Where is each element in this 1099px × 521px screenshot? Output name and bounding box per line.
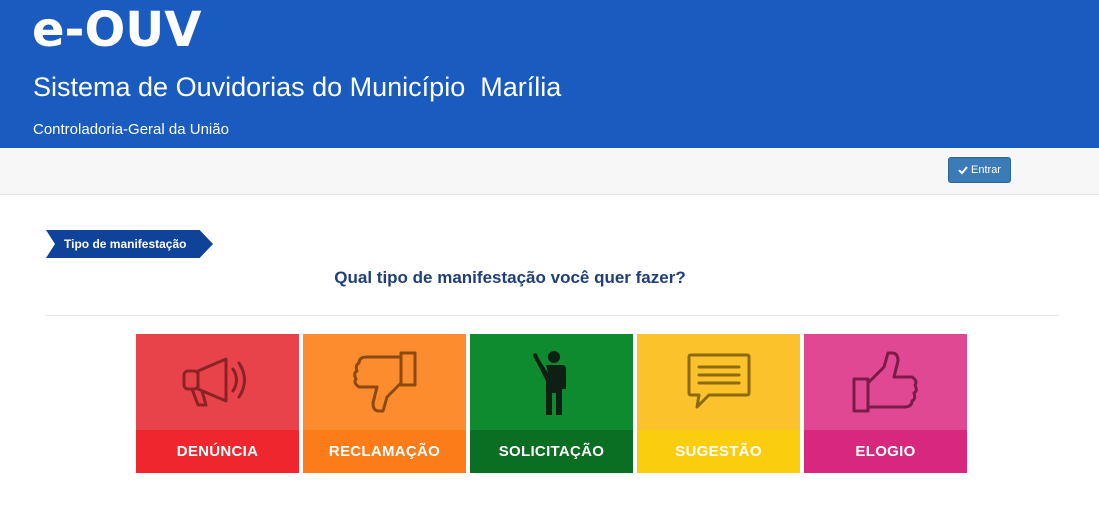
- person-raising-hand-icon: [532, 351, 566, 415]
- system-title: Sistema de Ouvidorias do Município Maríl…: [33, 72, 562, 102]
- thumbs-up-icon: [852, 351, 918, 413]
- tile-sugestao[interactable]: SUGESTÃO: [637, 334, 800, 473]
- tile-denuncia-label: DENÚNCIA: [136, 430, 299, 473]
- tile-solicitacao-icon-area: [470, 334, 633, 430]
- site-header: e-OUV Sistema de Ouvidorias do Município…: [0, 0, 1099, 148]
- megaphone-icon: [182, 357, 246, 407]
- tile-elogio-label: ELOGIO: [804, 430, 967, 473]
- app-logo[interactable]: e-OUV: [32, 2, 201, 58]
- organization-name: Controladoria-Geral da União: [33, 121, 229, 138]
- login-button-label: Entrar: [971, 164, 1001, 176]
- tile-elogio[interactable]: ELOGIO: [804, 334, 967, 473]
- tile-elogio-icon-area: [804, 334, 967, 430]
- tile-reclamacao[interactable]: RECLAMAÇÃO: [303, 334, 466, 473]
- tile-sugestao-icon-area: [637, 334, 800, 430]
- step-label: Tipo de manifestação: [46, 230, 213, 258]
- tile-denuncia[interactable]: DENÚNCIA: [136, 334, 299, 473]
- tile-reclamacao-label: RECLAMAÇÃO: [303, 430, 466, 473]
- question-text: Qual tipo de manifestação você quer faze…: [334, 268, 686, 287]
- check-icon: [958, 166, 968, 175]
- tile-denuncia-icon-area: [136, 334, 299, 430]
- login-button[interactable]: Entrar: [948, 157, 1011, 183]
- tile-reclamacao-icon-area: [303, 334, 466, 430]
- section-divider: [46, 315, 1059, 316]
- speech-bubble-icon: [687, 353, 750, 409]
- manifestation-type-list: DENÚNCIA RECLAMAÇÃO SOLICITAÇÃO SUGESTÃO…: [136, 334, 967, 473]
- thumbs-down-icon: [352, 351, 416, 413]
- step-indicator: Tipo de manifestação: [46, 230, 213, 258]
- tile-sugestao-label: SUGESTÃO: [637, 430, 800, 473]
- tile-solicitacao[interactable]: SOLICITAÇÃO: [470, 334, 633, 473]
- tile-solicitacao-label: SOLICITAÇÃO: [470, 430, 633, 473]
- page-question: Qual tipo de manifestação você quer faze…: [0, 268, 1020, 288]
- top-toolbar: Entrar: [0, 148, 1099, 195]
